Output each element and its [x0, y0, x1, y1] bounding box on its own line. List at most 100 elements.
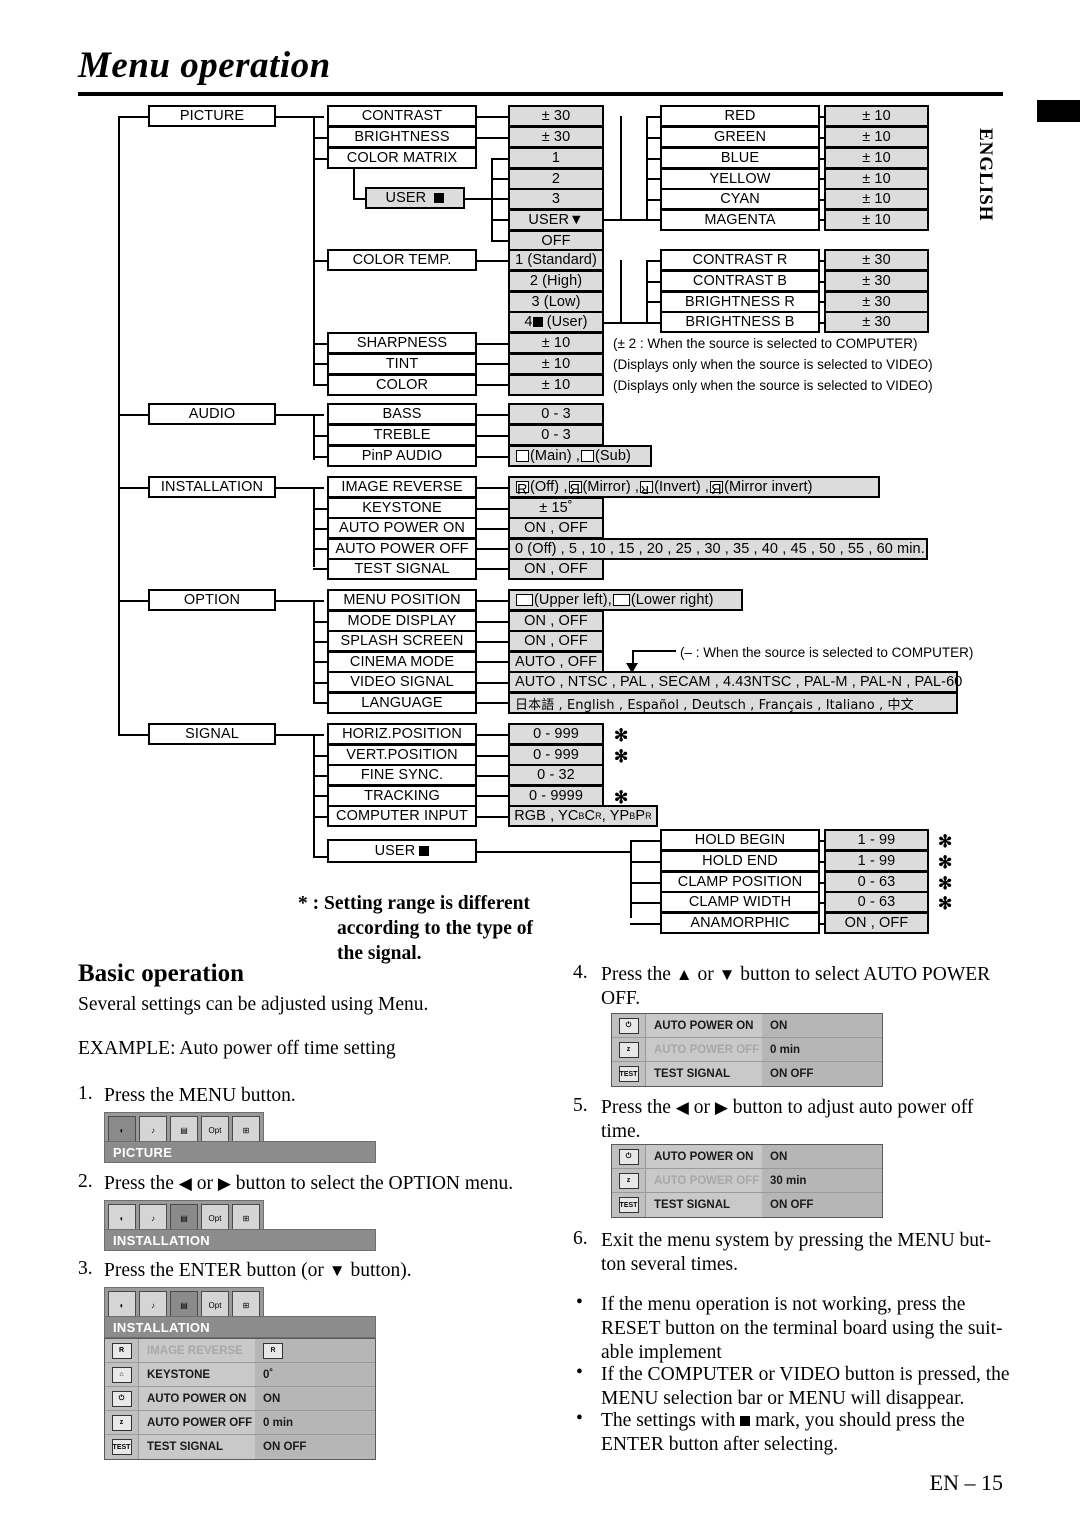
tree-item-cinema-mode[interactable]: CINEMA MODE — [327, 651, 477, 673]
osd-row-value[interactable]: 30 min — [762, 1169, 882, 1192]
tree-item-hold-begin[interactable]: HOLD BEGIN — [660, 829, 820, 851]
tree-item-contrast-b[interactable]: CONTRAST B — [660, 270, 820, 292]
tree-item-brightness[interactable]: BRIGHTNESS — [327, 126, 477, 148]
tree-connector — [276, 734, 324, 736]
tree-root-installation[interactable]: INSTALLATION — [148, 476, 276, 498]
osd-row[interactable]: TEST TEST SIGNAL ON OFF — [612, 1062, 882, 1086]
tree-item-tint[interactable]: TINT — [327, 353, 477, 375]
picture-icon[interactable]: ◐ — [108, 1204, 136, 1232]
tree-connector — [477, 456, 508, 458]
step-2-text-b: or — [191, 1173, 218, 1194]
osd-row[interactable]: R IMAGE REVERSE R — [105, 1339, 375, 1363]
osd-row[interactable]: TEST TEST SIGNAL ON OFF — [105, 1435, 375, 1459]
osd-row-value[interactable]: 0˚ — [255, 1363, 375, 1386]
tree-item-magenta[interactable]: MAGENTA — [660, 209, 820, 231]
tree-item-bass[interactable]: BASS — [327, 403, 477, 425]
osd-row[interactable]: z AUTO POWER OFF 30 min — [612, 1169, 882, 1193]
tree-item-video-signal[interactable]: VIDEO SIGNAL — [327, 671, 477, 693]
osd-row-value[interactable]: ON OFF — [762, 1062, 882, 1086]
tree-item-green[interactable]: GREEN — [660, 126, 820, 148]
tree-item-brightness-r[interactable]: BRIGHTNESS R — [660, 291, 820, 313]
tree-stub — [313, 456, 327, 458]
tree-item-anamorphic[interactable]: ANAMORPHIC — [660, 912, 820, 934]
osd-row[interactable]: TEST TEST SIGNAL ON OFF — [612, 1193, 882, 1217]
tree-root-audio[interactable]: AUDIO — [148, 403, 276, 425]
tree-item-computer-input[interactable]: COMPUTER INPUT — [327, 805, 477, 827]
osd-row-value[interactable]: ON OFF — [255, 1435, 375, 1459]
tree-item-clamp-position[interactable]: CLAMP POSITION — [660, 871, 820, 893]
tree-item-tracking[interactable]: TRACKING — [327, 785, 477, 807]
tree-item-color-temp[interactable]: COLOR TEMP. — [327, 249, 477, 271]
osd-row[interactable]: z AUTO POWER OFF 0 min — [105, 1411, 375, 1435]
tree-item-test-signal[interactable]: TEST SIGNAL — [327, 558, 477, 580]
tree-item-contrast-r[interactable]: CONTRAST R — [660, 249, 820, 271]
star-note-line3: the signal. — [337, 943, 422, 964]
tree-item-clamp-width[interactable]: CLAMP WIDTH — [660, 891, 820, 913]
tree-value-label: 3 — [551, 191, 561, 207]
audio-icon[interactable]: ♪ — [139, 1116, 167, 1144]
step-5-text-a: Press the — [601, 1097, 676, 1118]
signal-icon[interactable]: ⊞ — [232, 1204, 260, 1232]
osd-row[interactable]: ⏻ AUTO POWER ON ON — [612, 1014, 882, 1038]
tree-item-fine-sync[interactable]: FINE SYNC. — [327, 764, 477, 786]
tree-item-brightness-b[interactable]: BRIGHTNESS B — [660, 311, 820, 333]
tree-spine-ct2 — [646, 260, 648, 323]
tree-item-hold-end[interactable]: HOLD END — [660, 850, 820, 872]
tree-item-sharpness[interactable]: SHARPNESS — [327, 332, 477, 354]
osd-row-value[interactable]: ON OFF — [762, 1193, 882, 1217]
option-icon[interactable]: Opt — [201, 1116, 229, 1144]
tree-item-horiz-position[interactable]: HORIZ.POSITION — [327, 723, 477, 745]
tree-item-auto-power-off[interactable]: AUTO POWER OFF — [327, 538, 477, 560]
tree-item-menu-position[interactable]: MENU POSITION — [327, 589, 477, 611]
step-4-number: 4. — [573, 962, 588, 983]
tree-item-yellow[interactable]: YELLOW — [660, 168, 820, 190]
picture-icon[interactable]: ◐ — [108, 1291, 136, 1319]
osd-row-value[interactable]: 0 min — [762, 1038, 882, 1061]
option-icon[interactable]: Opt — [201, 1204, 229, 1232]
osd-row[interactable]: ⏻ AUTO POWER ON ON — [105, 1387, 375, 1411]
picture-icon[interactable]: ◐ — [108, 1116, 136, 1144]
tree-item-signal-user[interactable]: USER — [327, 839, 477, 863]
osd-row[interactable]: ⌂ KEYSTONE 0˚ — [105, 1363, 375, 1387]
tree-item-color-matrix-user[interactable]: USER — [365, 187, 465, 209]
tree-item-splash-screen[interactable]: SPLASH SCREEN — [327, 630, 477, 652]
installation-icon[interactable]: ▤ — [170, 1116, 198, 1144]
osd-row[interactable]: z AUTO POWER OFF 0 min — [612, 1038, 882, 1062]
tree-item-cyan[interactable]: CYAN — [660, 188, 820, 210]
tree-root-picture[interactable]: PICTURE — [148, 105, 276, 127]
tree-item-mode-display[interactable]: MODE DISPLAY — [327, 610, 477, 632]
audio-icon[interactable]: ♪ — [139, 1204, 167, 1232]
osd-row-value[interactable]: ON — [762, 1145, 882, 1168]
audio-icon[interactable]: ♪ — [139, 1291, 167, 1319]
tree-item-vert-position[interactable]: VERT.POSITION — [327, 744, 477, 766]
tree-item-pinp-audio[interactable]: PinP AUDIO — [327, 445, 477, 467]
osd-row-value[interactable]: R — [255, 1339, 375, 1362]
tree-trunk — [118, 116, 120, 736]
tree-item-image-reverse[interactable]: IMAGE REVERSE — [327, 476, 477, 498]
option-icon[interactable]: Opt — [201, 1291, 229, 1319]
tree-item-auto-power-on[interactable]: AUTO POWER ON — [327, 517, 477, 539]
tree-item-blue[interactable]: BLUE — [660, 147, 820, 169]
tree-root-signal[interactable]: SIGNAL — [148, 723, 276, 745]
installation-icon[interactable]: ▤ — [170, 1204, 198, 1232]
tree-connector — [477, 116, 508, 118]
step-4-text-b: or — [692, 964, 719, 985]
osd-row-value[interactable]: ON — [255, 1387, 375, 1410]
osd-row-value[interactable]: 0 min — [255, 1411, 375, 1434]
tree-root-option[interactable]: OPTION — [148, 589, 276, 611]
osd-panel-step4: ⏻ AUTO POWER ON ON z AUTO POWER OFF 0 mi… — [611, 1013, 883, 1087]
tree-item-red[interactable]: RED — [660, 105, 820, 127]
signal-icon[interactable]: ⊞ — [232, 1116, 260, 1144]
tree-item-language[interactable]: LANGUAGE — [327, 692, 477, 714]
osd-row[interactable]: ⏻ AUTO POWER ON ON — [612, 1145, 882, 1169]
tree-value-label: 3 (Low) — [531, 294, 581, 310]
tree-item-treble[interactable]: TREBLE — [327, 424, 477, 446]
tree-item-keystone[interactable]: KEYSTONE — [327, 497, 477, 519]
installation-icon[interactable]: ▤ — [170, 1291, 198, 1319]
signal-icon[interactable]: ⊞ — [232, 1291, 260, 1319]
osd-row-value[interactable]: ON — [762, 1014, 882, 1037]
star-mark: ✻ — [938, 894, 953, 913]
tree-item-color[interactable]: COLOR — [327, 374, 477, 396]
tree-item-color-matrix[interactable]: COLOR MATRIX — [327, 147, 477, 169]
tree-item-contrast[interactable]: CONTRAST — [327, 105, 477, 127]
